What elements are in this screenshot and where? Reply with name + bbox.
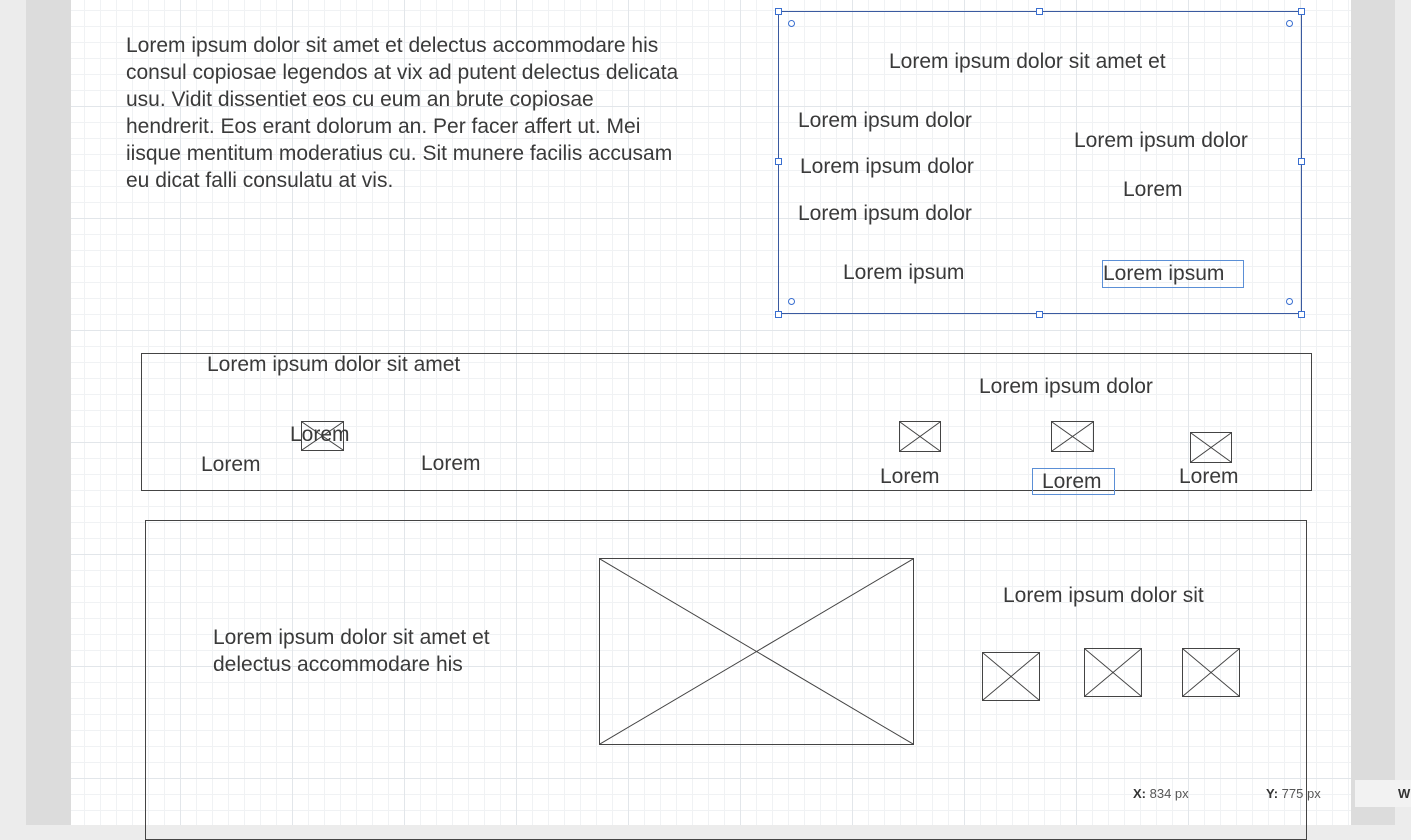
image-placeholder-icon: [982, 652, 1040, 701]
card-bottom-left: Lorem ipsum: [843, 261, 965, 284]
card-left-item: Lorem ipsum dolor: [798, 202, 972, 225]
large-image-placeholder: [599, 558, 914, 745]
resize-handle-se[interactable]: [1298, 311, 1305, 318]
resize-handle-w[interactable]: [775, 158, 782, 165]
nav-right-item[interactable]: Lorem: [880, 465, 940, 489]
image-placeholder-icon: [1051, 421, 1094, 452]
card-bottom-right[interactable]: Lorem ipsum: [1103, 262, 1224, 286]
nav-link[interactable]: Lorem: [201, 453, 261, 477]
nav-icon-label: Lorem: [290, 423, 350, 446]
rotate-handle-ne[interactable]: [1286, 20, 1293, 27]
nav-bar-title: Lorem ipsum dolor sit amet: [207, 353, 461, 376]
rotate-handle-nw[interactable]: [788, 20, 795, 27]
content-panel-text: Lorem ipsum dolor sit amet et delectus a…: [213, 626, 490, 676]
coordinates-status-bar: X: 834 px Y: 775 px W: [1105, 780, 1411, 807]
card-right-item: Lorem: [1123, 178, 1183, 201]
rotate-handle-sw[interactable]: [788, 298, 795, 305]
image-placeholder-icon: [899, 421, 941, 452]
nav-link[interactable]: Lorem: [421, 452, 481, 476]
resize-handle-sw[interactable]: [775, 311, 782, 318]
image-placeholder-icon: [1084, 648, 1142, 697]
nav-right-title: Lorem ipsum dolor: [979, 375, 1153, 398]
content-panel-right-title: Lorem ipsum dolor sit: [1003, 584, 1204, 607]
resize-handle-n[interactable]: [1036, 8, 1043, 15]
width-readout: W: [1355, 780, 1411, 807]
image-placeholder-icon: [1182, 648, 1240, 697]
paragraph-text[interactable]: Lorem ipsum dolor sit amet et delectus a…: [126, 32, 686, 194]
resize-handle-s[interactable]: [1036, 311, 1043, 318]
x-coordinate-readout: X: 834 px: [1133, 786, 1189, 801]
card-right-item: Lorem ipsum dolor: [1074, 129, 1248, 152]
resize-handle-ne[interactable]: [1298, 8, 1305, 15]
card-left-item: Lorem ipsum dolor: [798, 109, 972, 132]
nav-right-item[interactable]: Lorem: [1042, 470, 1102, 494]
resize-handle-nw[interactable]: [775, 8, 782, 15]
nav-right-item[interactable]: Lorem: [1179, 465, 1239, 489]
card-left-item: Lorem ipsum dolor: [800, 155, 974, 178]
right-gutter: [1351, 0, 1395, 825]
card-title: Lorem ipsum dolor sit amet et: [889, 50, 1166, 73]
image-placeholder-icon: [1190, 432, 1232, 463]
rotate-handle-se[interactable]: [1286, 298, 1293, 305]
y-coordinate-readout: Y: 775 px: [1266, 786, 1321, 801]
left-gutter: [26, 0, 71, 825]
resize-handle-e[interactable]: [1298, 158, 1305, 165]
